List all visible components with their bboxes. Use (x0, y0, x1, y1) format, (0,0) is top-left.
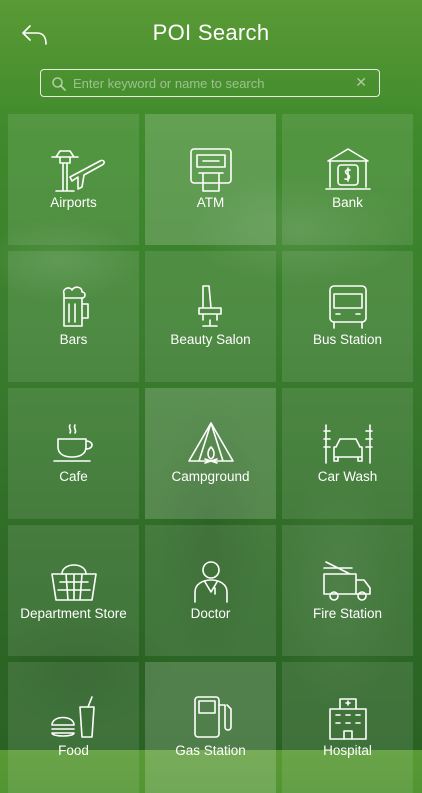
category-label: Food (58, 743, 89, 758)
category-label: Bank (332, 195, 363, 210)
category-label: Car Wash (317, 469, 378, 484)
search-icon (52, 77, 66, 91)
category-label: Doctor (190, 606, 231, 621)
category-campground[interactable]: Campground (145, 388, 276, 519)
category-cafe[interactable]: Cafe (8, 388, 139, 519)
category-atm[interactable]: ATM (145, 114, 276, 245)
category-label: Fire Station (312, 606, 383, 621)
category-label: Bars (59, 332, 88, 347)
category-gas-station[interactable]: Gas Station (145, 662, 276, 793)
search-input[interactable] (73, 73, 343, 93)
category-bank[interactable]: Bank (282, 114, 413, 245)
airport-icon (51, 150, 105, 192)
category-department-store[interactable]: Department Store (8, 525, 139, 656)
category-fire-station[interactable]: Fire Station (282, 525, 413, 656)
food-icon (51, 696, 95, 738)
page-title: POI Search (152, 20, 270, 45)
atm-icon (190, 148, 232, 192)
category-food[interactable]: Food (8, 662, 139, 793)
category-label: Cafe (59, 469, 88, 484)
bus-icon (329, 285, 367, 329)
category-doctor[interactable]: Doctor (145, 525, 276, 656)
category-beauty-salon[interactable]: Beauty Salon (145, 251, 276, 382)
bank-icon (325, 148, 371, 190)
search-bar: ✕ (40, 69, 380, 97)
basket-icon (51, 564, 97, 601)
header: POI Search (0, 0, 422, 68)
salon-chair-icon (198, 285, 222, 327)
category-label: Campground (171, 469, 250, 484)
category-car-wash[interactable]: Car Wash (282, 388, 413, 519)
fire-truck-icon (323, 561, 371, 601)
tent-icon (188, 422, 234, 464)
category-bus-station[interactable]: Bus Station (282, 251, 413, 382)
car-wash-icon (323, 424, 373, 464)
category-label: Hospital (323, 743, 372, 758)
coffee-cup-icon (53, 424, 93, 462)
hospital-icon (329, 698, 367, 740)
category-bars[interactable]: Bars (8, 251, 139, 382)
category-label: Beauty Salon (170, 332, 251, 347)
category-label: Airports (50, 195, 97, 210)
doctor-icon (194, 561, 228, 603)
beer-icon (62, 286, 89, 327)
category-label: ATM (196, 195, 225, 210)
clear-icon[interactable]: ✕ (355, 74, 367, 91)
category-airports[interactable]: Airports (8, 114, 139, 245)
category-label: Bus Station (312, 332, 383, 347)
category-label: Department Store (20, 606, 127, 621)
gas-pump-icon (194, 696, 232, 738)
category-label: Gas Station (175, 743, 246, 758)
category-hospital[interactable]: Hospital (282, 662, 413, 793)
